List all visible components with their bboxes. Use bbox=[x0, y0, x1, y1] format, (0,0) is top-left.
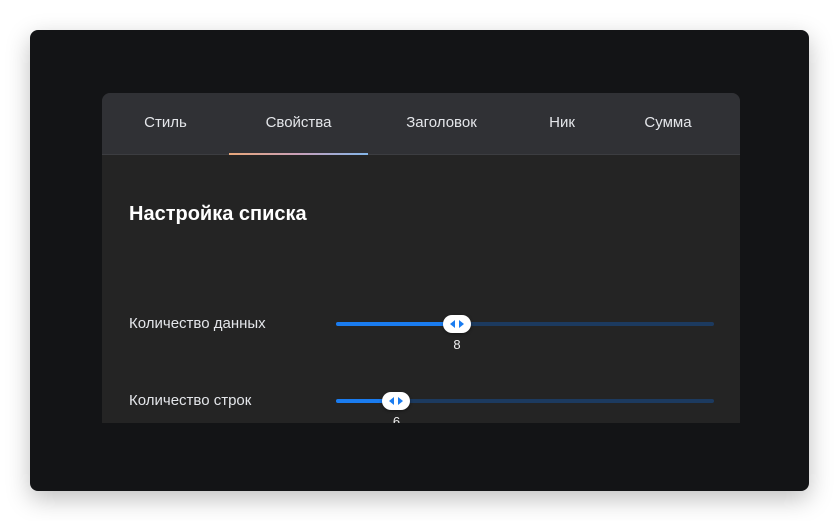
slider-thumb[interactable] bbox=[442, 315, 471, 333]
left-right-arrows-icon bbox=[449, 320, 464, 328]
tab-style[interactable]: Стиль bbox=[102, 93, 229, 154]
app-frame: Стиль Свойства Заголовок Ник Сумма Настр… bbox=[30, 30, 809, 491]
row-count-label: Количество строк bbox=[129, 392, 252, 409]
settings-panel: Стиль Свойства Заголовок Ник Сумма Настр… bbox=[102, 93, 740, 423]
data-count-label: Количество данных bbox=[129, 315, 266, 332]
slider-fill bbox=[336, 322, 457, 326]
data-count-slider[interactable]: 8 bbox=[336, 314, 714, 354]
row-count-slider[interactable]: 6 bbox=[336, 391, 714, 423]
tab-nickname[interactable]: Ник bbox=[515, 93, 609, 154]
slider-value: 6 bbox=[392, 414, 401, 423]
left-right-arrows-icon bbox=[389, 397, 404, 405]
tab-properties[interactable]: Свойства bbox=[229, 93, 368, 155]
tab-header[interactable]: Заголовок bbox=[368, 93, 515, 154]
slider-value: 8 bbox=[453, 337, 461, 352]
tab-bar: Стиль Свойства Заголовок Ник Сумма bbox=[102, 93, 740, 155]
tab-sum[interactable]: Сумма bbox=[609, 93, 727, 154]
slider-thumb[interactable] bbox=[382, 392, 411, 410]
section-title: Настройка списка bbox=[129, 203, 307, 225]
